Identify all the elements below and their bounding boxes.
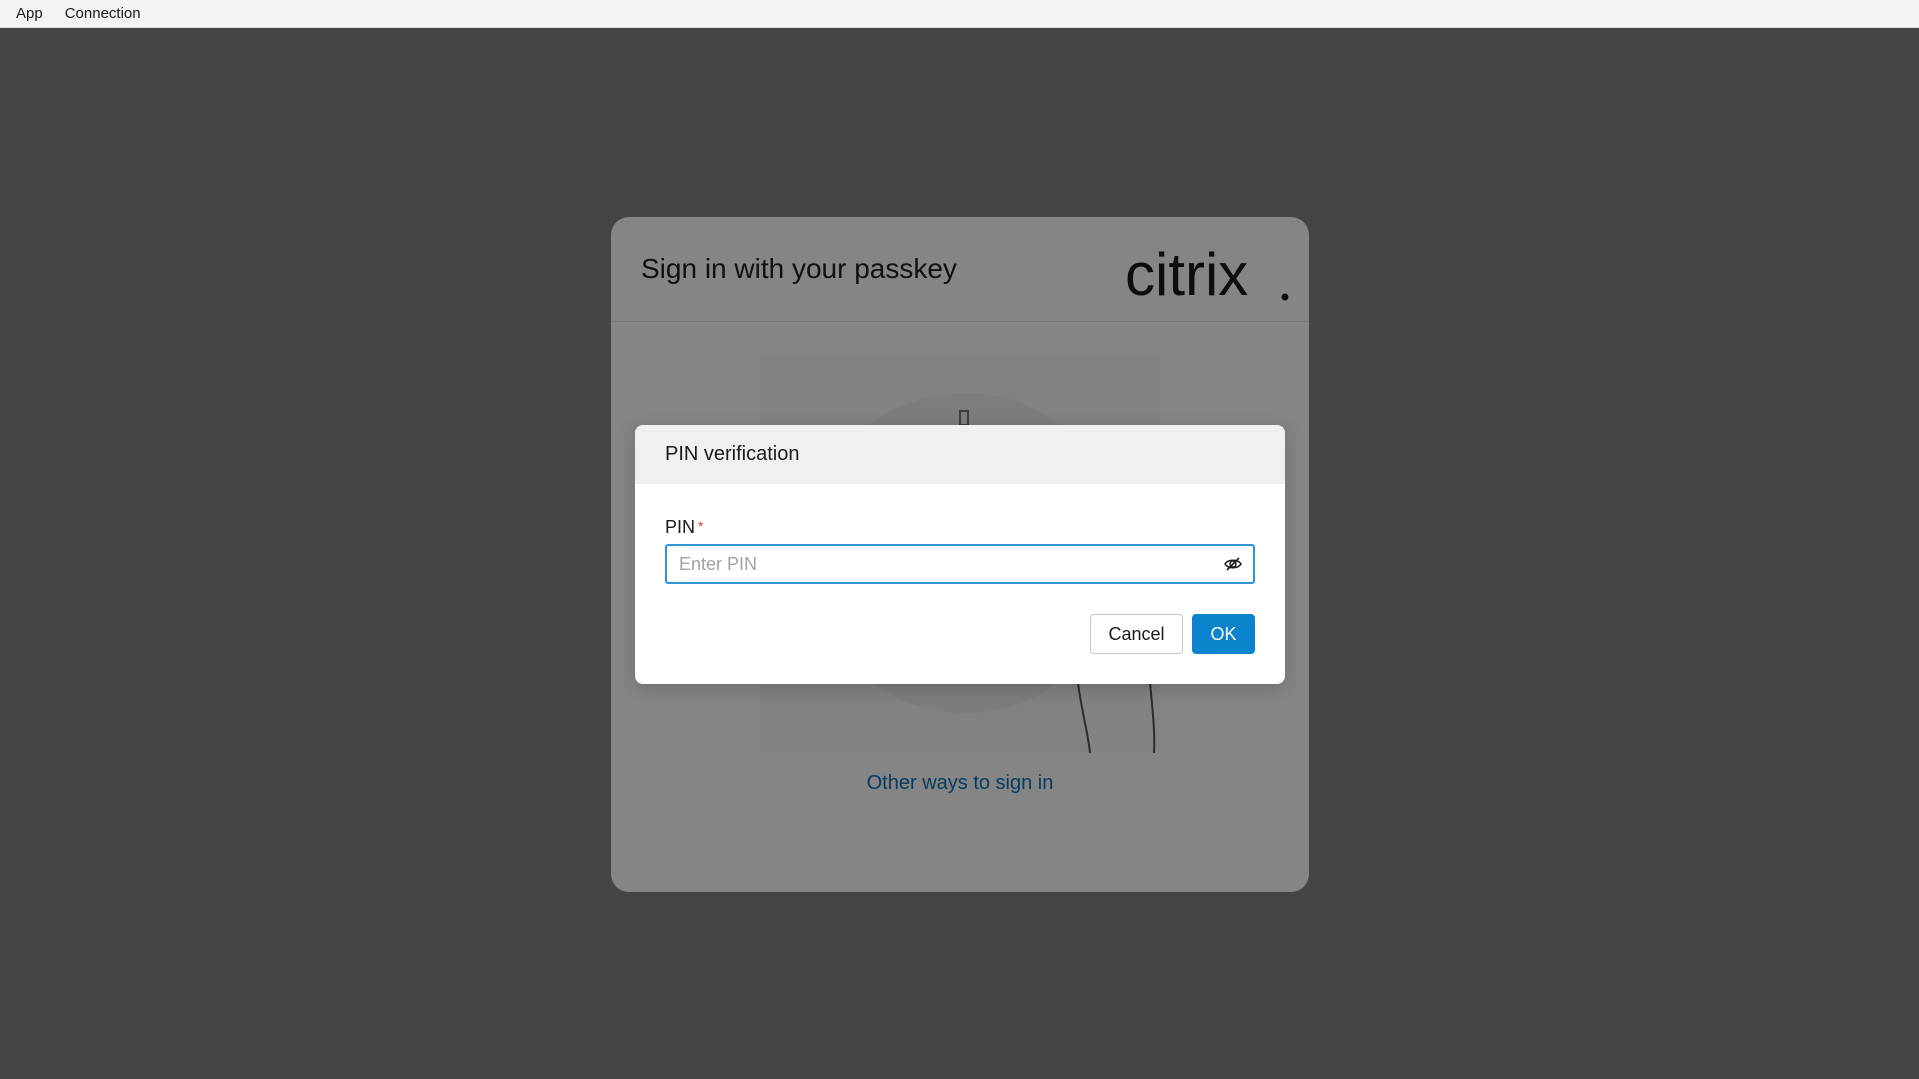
eye-slash-icon[interactable]	[1223, 554, 1243, 574]
pin-input[interactable]	[679, 546, 1219, 582]
pin-dialog: PIN verification PIN * Cancel OK	[635, 425, 1285, 684]
pin-input-container	[665, 544, 1255, 584]
dialog-title: PIN verification	[635, 425, 1285, 484]
ok-button[interactable]: OK	[1192, 614, 1255, 654]
menu-connection[interactable]: Connection	[65, 5, 141, 22]
required-asterisk: *	[698, 518, 704, 534]
pin-field-label: PIN *	[665, 517, 703, 538]
cancel-button[interactable]: Cancel	[1090, 614, 1183, 654]
menu-app[interactable]: App	[16, 5, 43, 22]
pin-label-text: PIN	[665, 517, 696, 537]
menu-bar: App Connection	[0, 0, 1919, 28]
